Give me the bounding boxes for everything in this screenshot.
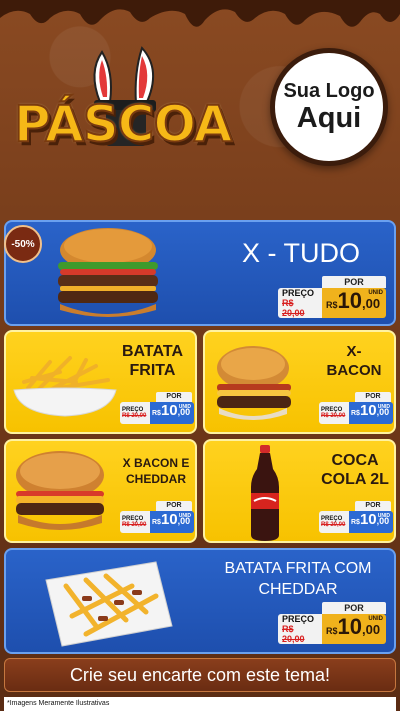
product-name-line1: BATATA: [121, 343, 183, 360]
old-price: R$ 20,00: [321, 413, 346, 419]
old-price: R$ 20,00: [282, 298, 305, 318]
cheese-fries-image: [45, 561, 173, 647]
product-name-line2: CHEDDAR: [258, 581, 338, 598]
por-label: POR: [355, 392, 391, 402]
product-card-x-bacon[interactable]: X- BACON POR PREÇO R$ 20,00 R$ 10 ,00 UN…: [203, 330, 396, 434]
price-decimal: ,00: [362, 296, 381, 311]
product-name: X BACON E CHEDDAR: [116, 455, 195, 487]
price-tag: PREÇO R$ 20,00 R$ 10 ,00 UNID: [278, 614, 386, 644]
old-price: R$ 20,00: [122, 522, 147, 528]
product-name-line2: FRITA: [129, 362, 176, 379]
price-integer: 10: [337, 614, 362, 639]
currency: R$: [351, 410, 360, 417]
por-label: POR: [322, 602, 386, 614]
currency: R$: [351, 519, 360, 526]
logo-text-line1: Sua Logo: [283, 80, 375, 102]
por-label: POR: [156, 392, 192, 402]
price-integer: 10: [160, 511, 178, 528]
por-label: POR: [156, 501, 192, 511]
product-name-line1: X BACON E: [122, 456, 190, 470]
product-name-line1: X-: [346, 343, 362, 360]
price-label: PREÇO: [282, 288, 315, 298]
price-decimal: ,00: [362, 622, 381, 637]
product-name-line2: CHEDDAR: [126, 472, 186, 486]
page-title: PÁSCOA: [13, 94, 233, 154]
product-name-line2: BACON: [326, 362, 382, 379]
unit-label: UNID: [178, 513, 191, 519]
soda-bottle-image: [251, 445, 279, 541]
unit-label: UNID: [178, 404, 191, 410]
product-card-x-tudo[interactable]: X - TUDO POR PREÇO R$ 20,00 R$ 10 ,00 UN…: [4, 220, 396, 326]
footnote: *Imagens Meramente Ilustrativas: [4, 697, 396, 711]
product-name: COCA COLA 2L: [315, 451, 394, 489]
header: PÁSCOA Sua Logo Aqui: [0, 0, 400, 210]
product-card-batata-frita[interactable]: BATATA FRITA POR PREÇO R$ 20,00 R$ 10 ,0…: [4, 330, 197, 434]
product-name-line2: COLA 2L: [321, 471, 389, 488]
logo-text-line2: Aqui: [296, 102, 362, 134]
price-tag: PREÇO R$ 20,00 R$ 10 ,00 UNID: [120, 511, 194, 533]
burger-image: [16, 451, 104, 530]
product-name: X - TUDO: [241, 238, 360, 268]
currency: R$: [152, 519, 161, 526]
currency: R$: [152, 410, 161, 417]
por-label: POR: [322, 276, 386, 288]
unit-label: UNID: [368, 290, 383, 296]
price-tag: PREÇO R$ 20,00 R$ 10 ,00 UNID: [278, 288, 386, 318]
price-integer: 10: [359, 402, 377, 419]
unit-label: UNID: [377, 513, 390, 519]
price-integer: 10: [359, 511, 377, 528]
logo-placeholder[interactable]: Sua Logo Aqui: [270, 48, 388, 166]
product-name-line1: BATATA FRITA COM: [224, 560, 372, 577]
por-label: POR: [355, 501, 391, 511]
price-tag: PREÇO R$ 20,00 R$ 10 ,00 UNID: [120, 402, 194, 424]
old-price: R$ 20,00: [282, 624, 305, 644]
old-price: R$ 20,00: [122, 413, 147, 419]
burger-image: [58, 228, 158, 317]
unit-label: UNID: [377, 404, 390, 410]
product-name-line1: COCA: [331, 452, 379, 469]
product-card-batata-cheddar[interactable]: BATATA FRITA COM CHEDDAR POR PREÇO R$ 20…: [4, 548, 396, 654]
product-name: BATATA FRITA: [110, 342, 195, 380]
old-price: R$ 20,00: [321, 522, 346, 528]
price-integer: 10: [160, 402, 178, 419]
price-label: PREÇO: [282, 614, 315, 624]
currency: R$: [326, 626, 338, 636]
cta-banner[interactable]: Crie seu encarte com este tema!: [4, 658, 396, 692]
unit-label: UNID: [368, 616, 383, 622]
price-tag: PREÇO R$ 20,00 R$ 10 ,00 UNID: [319, 511, 393, 533]
product-name: X- BACON: [315, 342, 393, 380]
price-integer: 10: [337, 288, 362, 313]
flyer-page: PÁSCOA Sua Logo Aqui -50% X - TUDO POR P…: [0, 0, 400, 711]
price-tag: PREÇO R$ 20,00 R$ 10 ,00 UNID: [319, 402, 393, 424]
burger-image: [217, 346, 291, 420]
currency: R$: [326, 300, 338, 310]
product-card-x-bacon-cheddar[interactable]: X BACON E CHEDDAR POR PREÇO R$ 20,00 R$ …: [4, 439, 197, 543]
fries-image: [13, 356, 117, 417]
discount-badge: -50%: [4, 225, 42, 263]
product-card-coca-cola[interactable]: COCA COLA 2L POR PREÇO R$ 20,00 R$ 10 ,0…: [203, 439, 396, 543]
product-name: BATATA FRITA COM CHEDDAR: [202, 558, 394, 600]
